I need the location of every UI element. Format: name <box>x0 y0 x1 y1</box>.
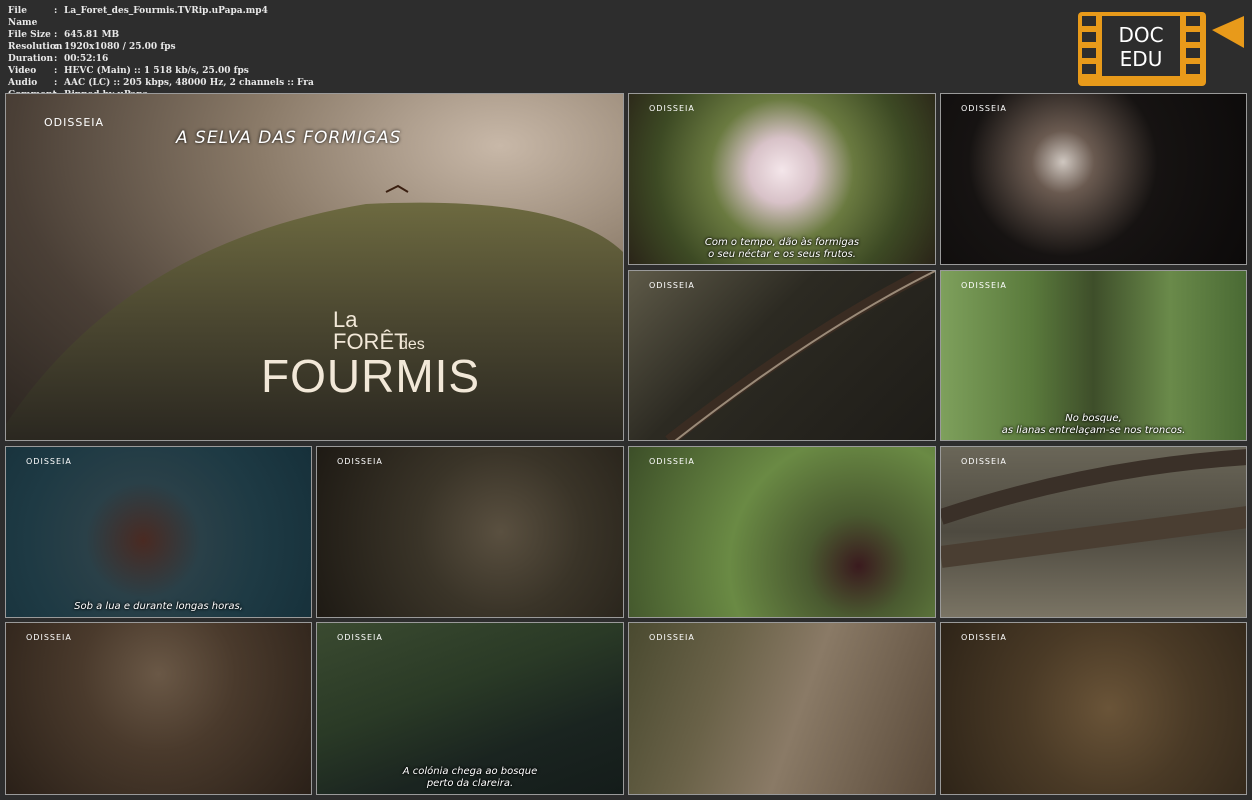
channel-logo: ODISSEIA <box>961 281 1007 290</box>
thumbnail-twigs[interactable]: ODISSEIA <box>940 446 1247 618</box>
channel-logo: ODISSEIA <box>337 633 383 642</box>
docedu-logo: DOC EDU <box>1078 12 1244 86</box>
thumbnail-dark-ants[interactable]: ODISSEIA <box>940 93 1247 265</box>
twigs-image <box>941 449 1246 568</box>
channel-logo: ODISSEIA <box>649 281 695 290</box>
thumbnail-fruit[interactable]: ODISSEIA <box>628 446 936 618</box>
subtitle: Sob a lua e durante longas horas, <box>74 601 243 612</box>
branch-image <box>665 271 935 440</box>
channel-logo: ODISSEIA <box>961 457 1007 466</box>
svg-text:DOC: DOC <box>1118 23 1163 47</box>
channel-logo: ODISSEIA <box>44 116 105 129</box>
channel-logo: ODISSEIA <box>961 104 1007 113</box>
channel-logo: ODISSEIA <box>961 633 1007 642</box>
channel-logo: ODISSEIA <box>26 457 72 466</box>
thumbnail-lianas[interactable]: ODISSEIA No bosque, as lianas entrelaçam… <box>940 270 1247 441</box>
subtitle: No bosque, as lianas entrelaçam-se nos t… <box>1001 413 1186 436</box>
subtitle: Com o tempo, dão às formigas o seu nécta… <box>704 237 860 260</box>
subtitle: A colónia chega ao bosque perto da clare… <box>402 766 538 789</box>
thumbnail-title-frame[interactable]: ODISSEIA A SELVA DAS FORMIGAS La FORÊT d… <box>5 93 624 441</box>
thumbnail-forest-floor[interactable]: ODISSEIA <box>628 622 936 795</box>
episode-headline: A SELVA DAS FORMIGAS <box>176 128 402 148</box>
svg-text:EDU: EDU <box>1120 47 1163 71</box>
thumbnail-ant-nest[interactable]: ODISSEIA <box>316 446 624 618</box>
channel-logo: ODISSEIA <box>337 457 383 466</box>
channel-logo: ODISSEIA <box>649 104 695 113</box>
channel-logo: ODISSEIA <box>649 457 695 466</box>
file-info: File Name: La_Foret_des_Fourmis.TVRip.uPa… <box>8 6 314 100</box>
channel-logo: ODISSEIA <box>26 633 72 642</box>
thumbnail-ant-closeup[interactable]: ODISSEIA Sob a lua e durante longas hora… <box>5 446 312 618</box>
channel-logo: ODISSEIA <box>649 633 695 642</box>
thumbnail-soil[interactable]: ODISSEIA <box>940 622 1247 795</box>
thumbnail-branch[interactable]: ODISSEIA <box>628 270 936 441</box>
thumbnail-orchid[interactable]: ODISSEIA Com o tempo, dão às formigas o … <box>628 93 936 265</box>
thumbnail-ant-trail[interactable]: ODISSEIA <box>5 622 312 795</box>
thumbnail-mossy-log[interactable]: ODISSEIA A colónia chega ao bosque perto… <box>316 622 624 795</box>
